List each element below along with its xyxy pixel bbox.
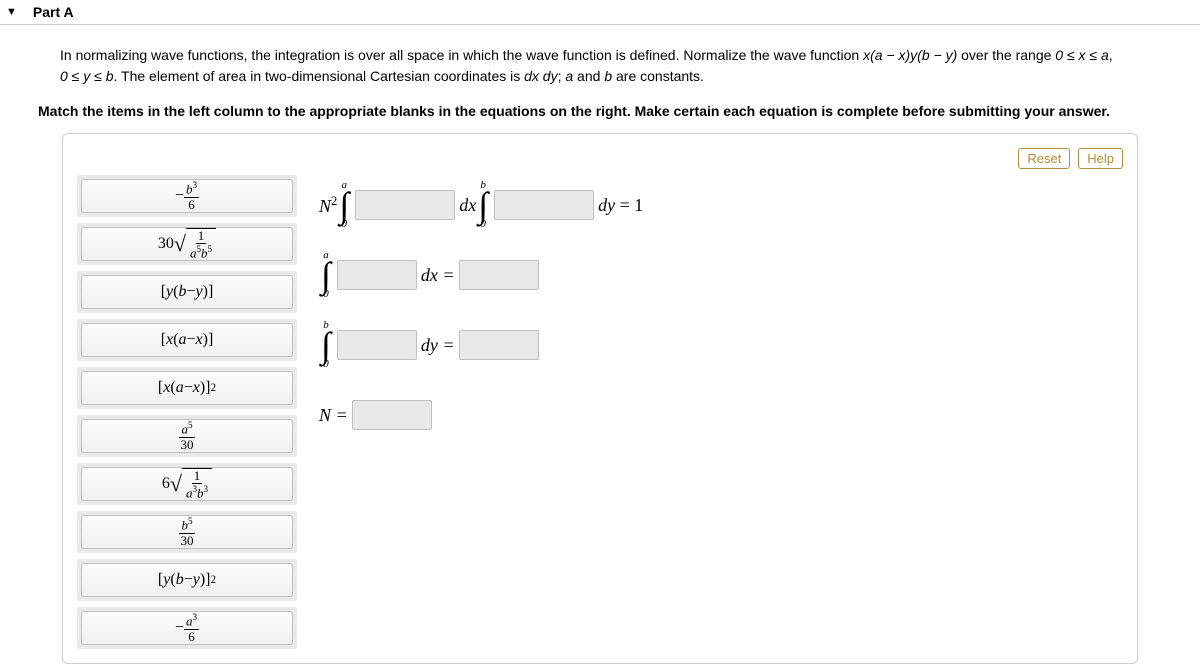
drop-slot[interactable]: [337, 330, 417, 360]
draggable-tile[interactable]: [y(b − y)]2: [81, 563, 293, 597]
draggable-tile[interactable]: −a36: [81, 611, 293, 645]
drop-slot[interactable]: [459, 260, 539, 290]
tile-source-column: −b36 30√1a5b5 [y(b − y)] [x(a − x)] [x(a − x…: [77, 175, 297, 649]
tile-slot: −a36: [77, 607, 297, 649]
reset-button[interactable]: Reset: [1018, 148, 1070, 169]
draggable-tile[interactable]: 6√1a3b3: [81, 467, 293, 501]
equation-column: N2 a ∫ 0 dx b ∫ 0 dy = 1 a: [319, 175, 643, 649]
tile-slot: a530: [77, 415, 297, 457]
equation-row-4: N =: [319, 385, 643, 445]
equation-row-1: N2 a ∫ 0 dx b ∫ 0 dy = 1: [319, 175, 643, 235]
tile-slot: [y(b − y)]: [77, 271, 297, 313]
tile-slot: [x(a − x)]: [77, 319, 297, 361]
collapse-toggle-icon[interactable]: ▼: [6, 6, 17, 18]
equation-row-3: b ∫ 0 dy =: [319, 315, 643, 375]
drop-slot[interactable]: [352, 400, 432, 430]
tile-slot: [y(b − y)]2: [77, 559, 297, 601]
draggable-tile[interactable]: −b36: [81, 179, 293, 213]
draggable-tile[interactable]: [x(a − x)]2: [81, 371, 293, 405]
tile-slot: 6√1a3b3: [77, 463, 297, 505]
tile-slot: b530: [77, 511, 297, 553]
draggable-tile[interactable]: b530: [81, 515, 293, 549]
problem-statement: In normalizing wave functions, the integ…: [0, 25, 1200, 97]
tile-slot: 30√1a5b5: [77, 223, 297, 265]
drop-slot[interactable]: [494, 190, 594, 220]
draggable-tile[interactable]: [x(a − x)]: [81, 323, 293, 357]
integral-icon: b ∫ 0: [321, 320, 331, 371]
integral-icon: a ∫ 0: [321, 250, 331, 301]
work-area: Reset Help −b36 30√1a5b5 [y(b − y)] [x(a − …: [62, 133, 1138, 664]
equation-row-2: a ∫ 0 dx =: [319, 245, 643, 305]
integral-icon: a ∫ 0: [339, 180, 349, 231]
help-button[interactable]: Help: [1078, 148, 1123, 169]
drop-slot[interactable]: [355, 190, 455, 220]
drop-slot[interactable]: [337, 260, 417, 290]
draggable-tile[interactable]: a530: [81, 419, 293, 453]
tile-slot: −b36: [77, 175, 297, 217]
part-label: Part A: [33, 4, 74, 20]
draggable-tile[interactable]: 30√1a5b5: [81, 227, 293, 261]
drop-slot[interactable]: [459, 330, 539, 360]
tile-slot: [x(a − x)]2: [77, 367, 297, 409]
draggable-tile[interactable]: [y(b − y)]: [81, 275, 293, 309]
integral-icon: b ∫ 0: [478, 180, 488, 231]
instruction-text: Match the items in the left column to th…: [0, 97, 1200, 133]
